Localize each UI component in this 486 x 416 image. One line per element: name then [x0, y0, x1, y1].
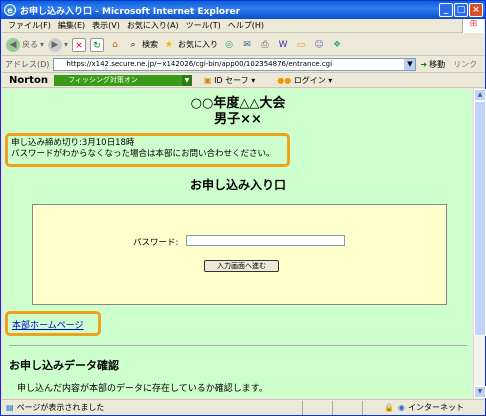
- window-title: お申し込み入り口 - Microsoft Internet Explorer: [20, 6, 241, 17]
- status-divider: [362, 401, 363, 415]
- mail-icon[interactable]: ✉: [240, 38, 254, 52]
- scroll-down-icon[interactable]: ▼: [474, 386, 486, 398]
- scroll-up-icon[interactable]: ▲: [474, 89, 486, 101]
- forward-arrow-icon: ▶: [48, 37, 63, 52]
- login-icon: ●●: [277, 75, 292, 85]
- edit-icon[interactable]: W: [276, 38, 290, 52]
- search-icon: ⌕: [130, 39, 136, 50]
- status-bar: ▤ ページが表示されました 🔒 ◉ インターネット: [2, 399, 484, 415]
- close-button[interactable]: ×: [469, 3, 483, 17]
- links-label[interactable]: リンク: [453, 59, 477, 70]
- login-form: パスワード: 入力画面へ進む: [32, 204, 447, 305]
- maximize-button[interactable]: □: [454, 3, 468, 17]
- phishing-dropdown[interactable]: フィッシング対策オン ▼: [53, 74, 192, 86]
- data-check-text: 申し込んだ内容が本部のデータに存在しているか確認します。: [17, 384, 268, 394]
- chevron-down-icon[interactable]: ▼: [404, 59, 416, 70]
- folder-icon[interactable]: ▭: [294, 38, 308, 52]
- menu-help[interactable]: ヘルプ(H): [228, 20, 264, 31]
- idsafe-button[interactable]: ▣ ID セーフ ▾: [204, 75, 255, 86]
- menu-tools[interactable]: ツール(T): [186, 20, 221, 31]
- menu-view[interactable]: 表示(V): [92, 20, 120, 31]
- minimize-button[interactable]: _: [439, 3, 453, 17]
- title-bar: e お申し込み入り口 - Microsoft Internet Explorer…: [1, 1, 485, 19]
- menu-edit[interactable]: 編集(E): [58, 20, 85, 31]
- menu-file[interactable]: ファイル(F): [8, 20, 51, 31]
- page-subtitle: 男子××: [214, 112, 262, 127]
- print-icon[interactable]: ⎙: [258, 38, 272, 52]
- phishing-label: フィッシング対策オン: [67, 75, 138, 84]
- data-check-heading: お申し込みデータ確認: [9, 359, 119, 372]
- password-label: パスワード:: [133, 238, 179, 248]
- refresh-icon[interactable]: ↻: [90, 37, 105, 52]
- media-icon[interactable]: ◎: [222, 38, 236, 52]
- security-zone: ◉ インターネット: [398, 403, 464, 412]
- status-text: ページが表示されました: [16, 403, 105, 412]
- page-icon: ▤: [6, 403, 14, 412]
- status-divider: [332, 401, 333, 415]
- back-button[interactable]: ◀ 戻る ▾: [6, 37, 44, 52]
- norton-logo: Norton: [9, 74, 48, 86]
- address-label: アドレス(D): [5, 60, 50, 69]
- menu-favorites[interactable]: お気に入り(A): [127, 20, 179, 31]
- toolbar: ◀ 戻る ▾ ▶ ▾ × ↻ ⌂ ⌕ 検索 ★ お気に入り ◎ ✉ ⎙ W ▭ ☺ ❖: [2, 34, 484, 56]
- back-arrow-icon: ◀: [6, 37, 20, 52]
- star-icon: ★: [164, 39, 174, 50]
- enter-button[interactable]: 入力画面へ進む: [204, 260, 279, 272]
- password-input[interactable]: [186, 235, 345, 246]
- search-button[interactable]: ⌕ 検索: [126, 38, 159, 52]
- go-arrow-icon: ➜: [420, 60, 428, 69]
- browser-window: e お申し込み入り口 - Microsoft Internet Explorer…: [0, 0, 486, 416]
- home-icon[interactable]: ⌂: [108, 38, 122, 52]
- page-content: ○○年度△△大会 男子×× 申し込み締め切り:3月10日18時 パスワードがわか…: [4, 89, 472, 398]
- deadline-notice: 申し込み締め切り:3月10日18時 パスワードがわからなくなった場合は本部にお問…: [5, 133, 290, 167]
- home-link[interactable]: 本部ホームページ: [12, 321, 84, 331]
- address-bar: アドレス(D) https://x142.secure.ne.jp/~x1420…: [2, 57, 484, 73]
- ie-logo-icon: e: [4, 4, 16, 16]
- page-title: ○○年度△△大会: [190, 96, 286, 111]
- lock-icon: 🔒: [384, 403, 394, 412]
- vertical-scrollbar[interactable]: ▲ ▼: [473, 89, 486, 398]
- windows-flag-icon: ⊞: [462, 19, 484, 33]
- home-link-box: 本部ホームページ: [5, 311, 101, 336]
- menu-bar: ファイル(F) 編集(E) 表示(V) お気に入り(A) ツール(T) ヘルプ(…: [2, 19, 484, 33]
- login-button[interactable]: ●● ログイン ▾: [277, 75, 332, 86]
- forward-button[interactable]: ▶ ▾: [48, 37, 68, 52]
- messenger-icon[interactable]: ☺: [312, 38, 326, 52]
- entry-heading: お申し込み入り口: [189, 178, 286, 192]
- globe-icon: ◉: [398, 403, 405, 412]
- stop-icon[interactable]: ×: [72, 37, 87, 52]
- divider: [9, 345, 467, 346]
- norton-toolbar: Norton フィッシング対策オン ▼ ▣ ID セーフ ▾ ●● ログイン ▾: [2, 73, 484, 88]
- chevron-down-icon: ▼: [181, 74, 192, 86]
- favorites-button[interactable]: ★ お気に入り: [162, 38, 218, 52]
- idsafe-icon: ▣: [203, 75, 212, 85]
- address-input[interactable]: https://x142.secure.ne.jp/~x142026/cgi-b…: [53, 58, 417, 71]
- go-button[interactable]: ➜ 移動: [420, 59, 445, 70]
- password-help-text: パスワードがわからなくなった場合は本部にお問い合わせください。: [11, 149, 275, 159]
- url-text: https://x142.secure.ne.jp/~x142026/cgi-b…: [66, 60, 333, 68]
- deadline-text: 申し込み締め切り:3月10日18時: [11, 138, 135, 148]
- status-divider: [302, 401, 303, 415]
- discuss-icon[interactable]: ❖: [330, 38, 344, 52]
- scroll-thumb[interactable]: [474, 101, 486, 336]
